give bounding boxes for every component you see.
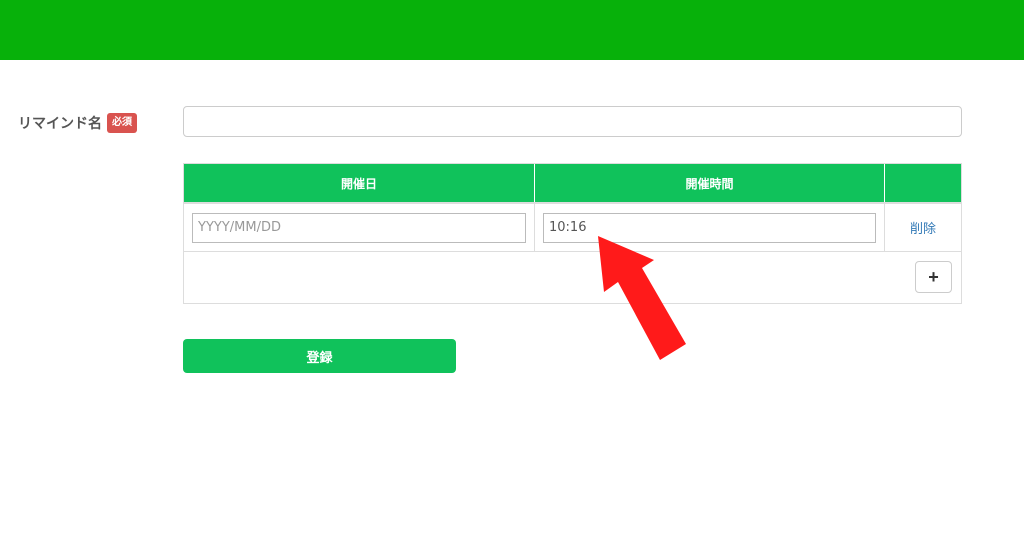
table-header: 開催日 開催時間 — [184, 164, 961, 202]
annotation-arrow-shape — [598, 236, 686, 360]
table-row: 削除 — [184, 204, 961, 252]
date-cell — [184, 204, 535, 251]
register-button[interactable]: 登録 — [183, 339, 456, 373]
required-badge: 必須 — [107, 113, 137, 133]
add-row-button[interactable]: + — [915, 261, 952, 293]
remind-name-label: リマインド名 必須 — [18, 113, 137, 133]
remind-name-input[interactable] — [183, 106, 962, 137]
header-date: 開催日 — [184, 164, 535, 202]
top-bar — [0, 0, 1024, 60]
page: リマインド名 必須 開催日 開催時間 削除 + 登録 — [0, 0, 1024, 538]
date-input[interactable] — [192, 212, 526, 243]
header-time: 開催時間 — [535, 164, 885, 202]
header-action — [885, 164, 961, 202]
delete-row-link[interactable]: 削除 — [910, 218, 936, 237]
add-row-area: + — [184, 252, 961, 303]
action-cell: 削除 — [885, 204, 961, 251]
remind-name-label-text: リマインド名 — [18, 116, 102, 132]
schedule-table: 開催日 開催時間 削除 + — [183, 163, 962, 304]
arrow-up-left-icon — [598, 236, 686, 360]
